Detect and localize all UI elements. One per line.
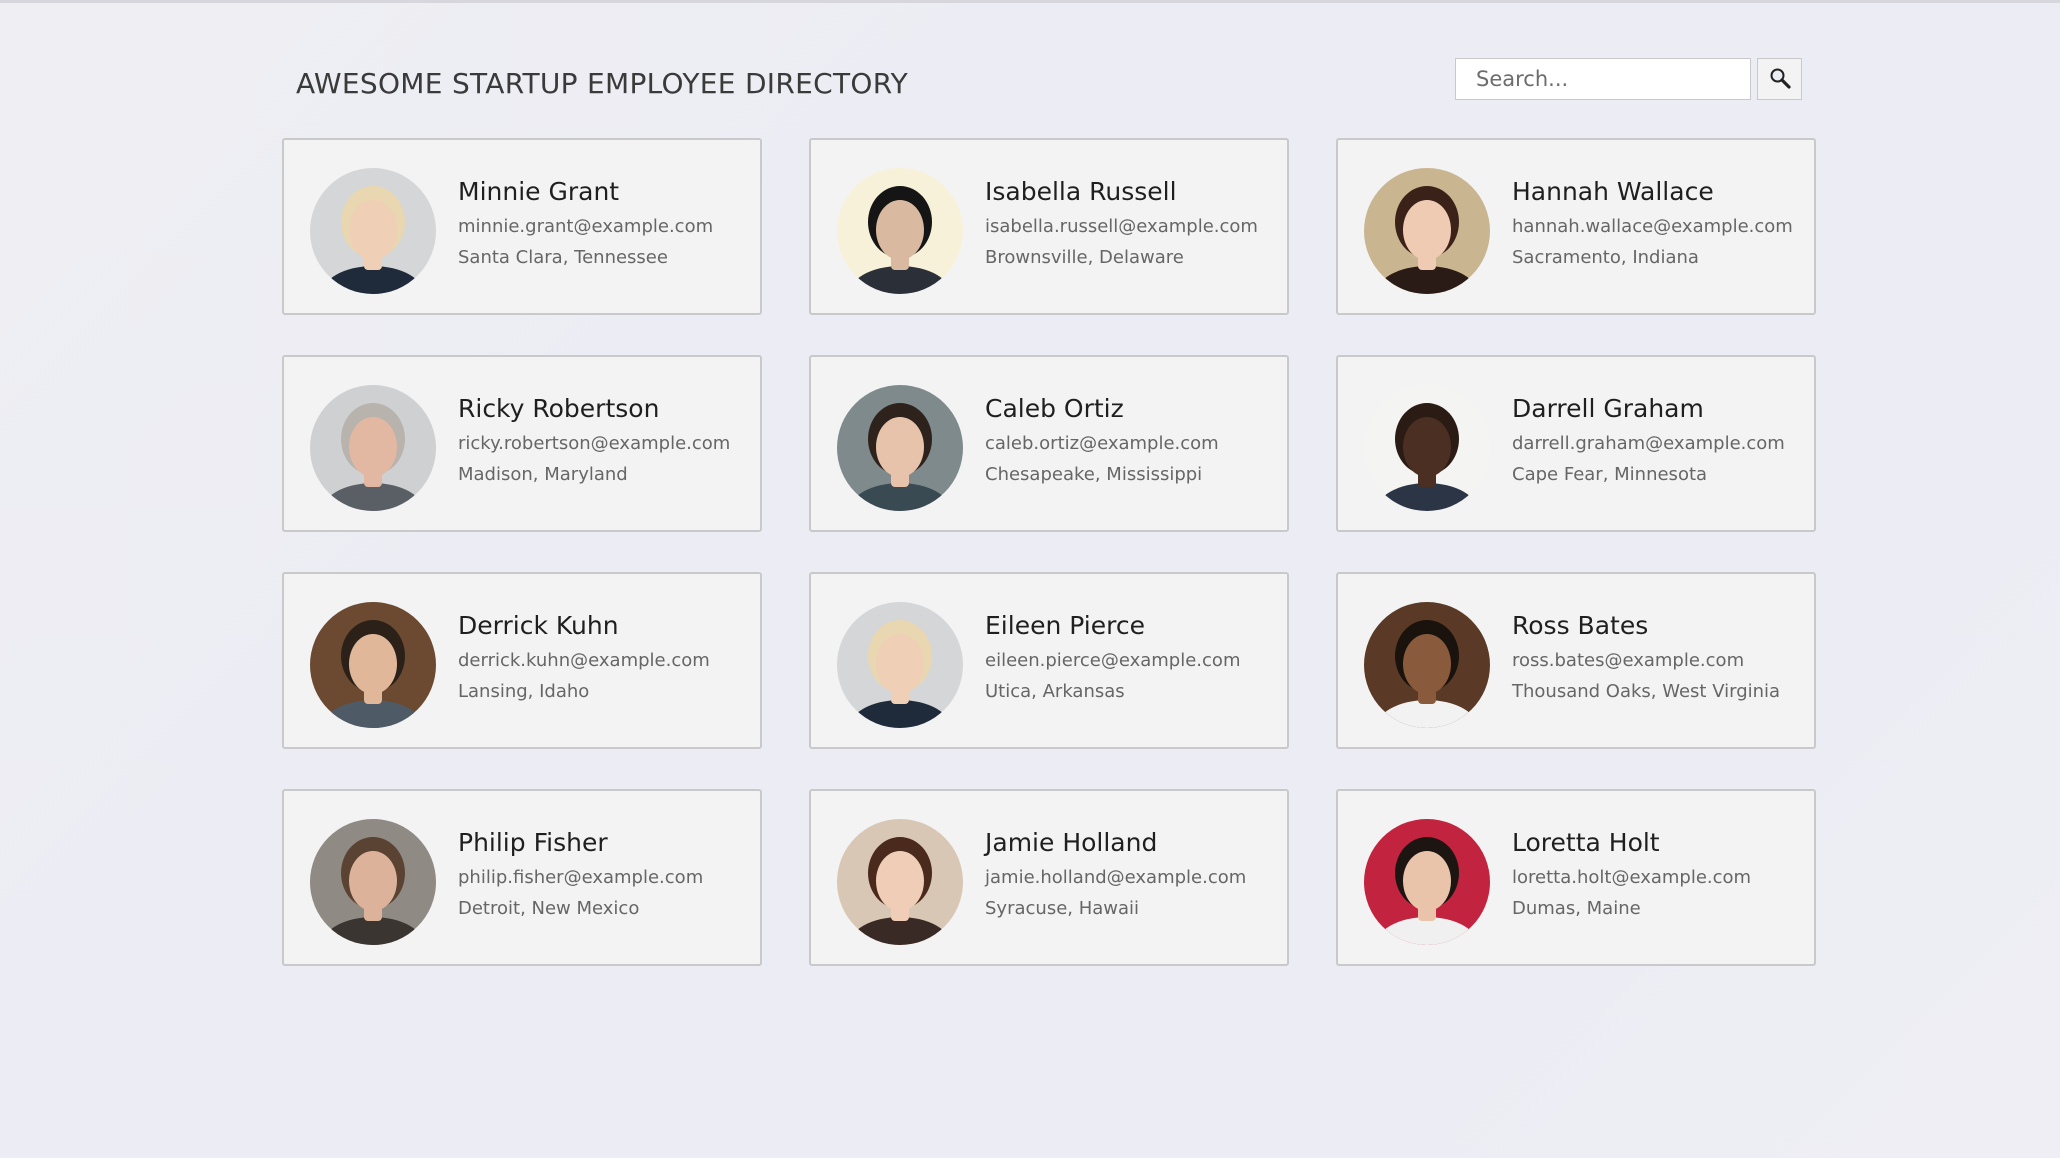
employee-email: eileen.pierce@example.com [985,650,1241,671]
employee-photo [1364,819,1490,945]
employee-email: isabella.russell@example.com [985,216,1258,237]
employee-card[interactable]: Loretta Holt loretta.holt@example.com Du… [1336,789,1816,966]
employee-photo [1364,168,1490,294]
search-button[interactable] [1757,58,1802,100]
employee-email: loretta.holt@example.com [1512,867,1752,888]
employee-card[interactable]: Ross Bates ross.bates@example.com Thousa… [1336,572,1816,749]
employee-photo [837,385,963,511]
employee-location: Syracuse, Hawaii [985,898,1140,919]
employee-photo [1364,385,1490,511]
employee-email: ricky.robertson@example.com [458,433,731,454]
employee-card[interactable]: Hannah Wallace hannah.wallace@example.co… [1336,138,1816,315]
page-header: AWESOME STARTUP EMPLOYEE DIRECTORY [282,55,1802,105]
employee-card[interactable]: Isabella Russell isabella.russell@exampl… [809,138,1289,315]
employee-name: Philip Fisher [458,828,608,857]
employee-email: ross.bates@example.com [1512,650,1745,671]
top-border [0,0,2060,3]
employee-card[interactable]: Derrick Kuhn derrick.kuhn@example.com La… [282,572,762,749]
employee-photo [310,602,436,728]
employee-photo [1364,602,1490,728]
employee-location: Utica, Arkansas [985,681,1125,702]
employee-location: Chesapeake, Mississippi [985,464,1203,485]
employee-card[interactable]: Ricky Robertson ricky.robertson@example.… [282,355,762,532]
employee-photo [837,168,963,294]
employee-name: Eileen Pierce [985,611,1145,640]
employee-location: Dumas, Maine [1512,898,1641,919]
employee-name: Minnie Grant [458,177,620,206]
employee-info: Caleb Ortiz caleb.ortiz@example.com Ches… [985,393,1219,487]
employee-email: minnie.grant@example.com [458,216,714,237]
search-input[interactable] [1455,58,1751,100]
employee-photo [837,602,963,728]
employee-info: Derrick Kuhn derrick.kuhn@example.com La… [458,610,710,704]
employee-photo [837,819,963,945]
employee-location: Cape Fear, Minnesota [1512,464,1708,485]
search-form [1455,58,1802,100]
employee-location: Santa Clara, Tennessee [458,247,668,268]
employee-card[interactable]: Jamie Holland jamie.holland@example.com … [809,789,1289,966]
employee-location: Madison, Maryland [458,464,628,485]
employee-info: Jamie Holland jamie.holland@example.com … [985,827,1246,921]
employee-gallery: Minnie Grant minnie.grant@example.com Sa… [282,138,1816,966]
employee-info: Isabella Russell isabella.russell@exampl… [985,176,1258,270]
employee-photo [310,168,436,294]
employee-name: Derrick Kuhn [458,611,619,640]
employee-card[interactable]: Philip Fisher philip.fisher@example.com … [282,789,762,966]
employee-photo [310,385,436,511]
employee-location: Sacramento, Indiana [1512,247,1699,268]
employee-name: Caleb Ortiz [985,394,1124,423]
employee-email: hannah.wallace@example.com [1512,216,1793,237]
employee-location: Brownsville, Delaware [985,247,1184,268]
employee-info: Eileen Pierce eileen.pierce@example.com … [985,610,1240,704]
employee-info: Darrell Graham darrell.graham@example.co… [1512,393,1785,487]
search-icon [1768,66,1792,93]
employee-email: darrell.graham@example.com [1512,433,1785,454]
page-title: AWESOME STARTUP EMPLOYEE DIRECTORY [296,67,909,100]
employee-name: Jamie Holland [985,828,1158,857]
employee-location: Lansing, Idaho [458,681,590,702]
employee-info: Hannah Wallace hannah.wallace@example.co… [1512,176,1793,270]
employee-info: Ross Bates ross.bates@example.com Thousa… [1512,610,1780,704]
employee-name: Hannah Wallace [1512,177,1714,206]
employee-info: Philip Fisher philip.fisher@example.com … [458,827,703,921]
employee-name: Darrell Graham [1512,394,1704,423]
employee-email: derrick.kuhn@example.com [458,650,710,671]
employee-card[interactable]: Eileen Pierce eileen.pierce@example.com … [809,572,1289,749]
employee-info: Ricky Robertson ricky.robertson@example.… [458,393,730,487]
employee-card[interactable]: Minnie Grant minnie.grant@example.com Sa… [282,138,762,315]
employee-card[interactable]: Darrell Graham darrell.graham@example.co… [1336,355,1816,532]
employee-name: Isabella Russell [985,177,1177,206]
employee-info: Loretta Holt loretta.holt@example.com Du… [1512,827,1751,921]
employee-name: Loretta Holt [1512,828,1660,857]
employee-email: philip.fisher@example.com [458,867,704,888]
employee-card[interactable]: Caleb Ortiz caleb.ortiz@example.com Ches… [809,355,1289,532]
employee-name: Ricky Robertson [458,394,660,423]
employee-location: Thousand Oaks, West Virginia [1512,681,1781,702]
employee-location: Detroit, New Mexico [458,898,640,919]
employee-name: Ross Bates [1512,611,1649,640]
employee-photo [310,819,436,945]
employee-info: Minnie Grant minnie.grant@example.com Sa… [458,176,713,270]
employee-email: caleb.ortiz@example.com [985,433,1219,454]
employee-email: jamie.holland@example.com [985,867,1247,888]
